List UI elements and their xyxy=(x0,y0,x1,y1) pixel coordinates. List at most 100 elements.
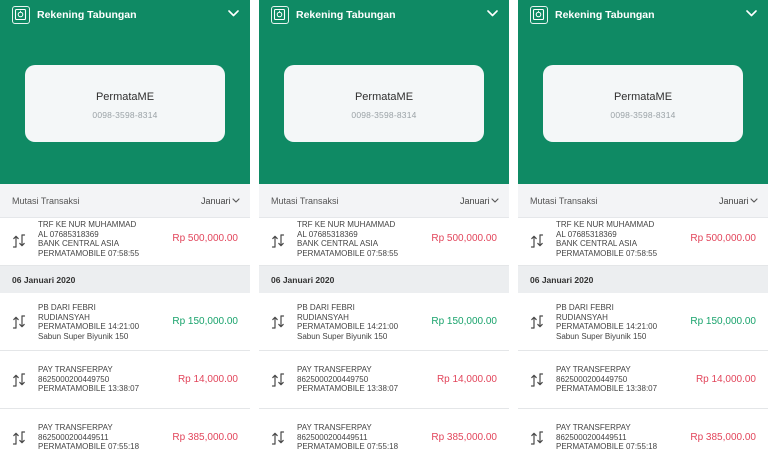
chevron-down-icon[interactable] xyxy=(232,198,240,203)
transaction-amount: Rp 14,000.00 xyxy=(436,374,497,385)
month-selector[interactable]: Januari xyxy=(201,196,231,206)
transaction-line: PERMATAMOBILE 07:58:55 xyxy=(556,248,658,258)
transaction-row[interactable]: PAY TRANSFERPAY 8625000200449511 PERMATA… xyxy=(0,409,250,470)
account-number: 0098-3598-8314 xyxy=(92,110,158,120)
transaction-description: TRF KE NUR MUHAMMAD AL 07685318369 BANK … xyxy=(38,220,139,258)
transaction-row[interactable]: PB DARI FEBRI RUDIANSYAH PERMATAMOBILE 1… xyxy=(518,293,768,351)
account-type-title[interactable]: Rekening Tabungan xyxy=(37,9,137,21)
account-name: PermataME xyxy=(354,91,414,103)
mutasi-bar: Mutasi Transaksi Januari xyxy=(518,184,768,218)
screenshot-panel: Rekening Tabungan PermataME 0098-3598-83… xyxy=(518,0,768,470)
transaction-amount: Rp 500,000.00 xyxy=(172,233,238,244)
transaction-amount: Rp 500,000.00 xyxy=(431,233,497,244)
transaction-row[interactable]: PAY TRANSFERPAY 8625000200449750 PERMATA… xyxy=(518,351,768,409)
screenshot-panel: Rekening Tabungan PermataME 0098-3598-83… xyxy=(0,0,250,470)
account-type-title[interactable]: Rekening Tabungan xyxy=(296,9,396,21)
transaction-line: PERMATAMOBILE 14:21:00 xyxy=(556,322,658,332)
transaction-line: PERMATAMOBILE 13:38:07 xyxy=(297,384,399,394)
account-header: Rekening Tabungan PermataME 0098-3598-83… xyxy=(0,0,250,184)
transaction-line: PERMATAMOBILE 07:55:18 xyxy=(38,442,140,452)
account-name: PermataME xyxy=(95,91,155,103)
account-card[interactable]: PermataME 0098-3598-8314 xyxy=(284,65,484,142)
transaction-row[interactable]: TRF KE NUR MUHAMMAD AL 07685318369 BANK … xyxy=(518,218,768,266)
date-label: 06 Januari 2020 xyxy=(530,275,594,285)
transaction-description: PAY TRANSFERPAY 8625000200449511 PERMATA… xyxy=(297,423,398,452)
transaction-row[interactable]: PAY TRANSFERPAY 8625000200449750 PERMATA… xyxy=(259,351,509,409)
account-header: Rekening Tabungan PermataME 0098-3598-83… xyxy=(518,0,768,184)
transfer-arrows-icon xyxy=(530,373,544,387)
safe-icon xyxy=(12,6,30,24)
account-type-title[interactable]: Rekening Tabungan xyxy=(555,9,655,21)
mutasi-bar: Mutasi Transaksi Januari xyxy=(0,184,250,218)
transaction-line: 8625000200449750 xyxy=(38,374,110,384)
transaction-line: PB DARI FEBRI xyxy=(297,303,355,312)
transaction-line: PB DARI FEBRI xyxy=(556,303,614,312)
transaction-line: PAY TRANSFERPAY xyxy=(297,423,372,432)
transaction-amount: Rp 385,000.00 xyxy=(690,432,756,443)
transaction-line: PERMATAMOBILE 14:21:00 xyxy=(38,322,140,332)
account-name: PermataME xyxy=(613,91,673,103)
transfer-arrows-icon xyxy=(12,315,26,329)
transaction-line: BANK CENTRAL ASIA xyxy=(556,239,638,249)
transaction-description: PAY TRANSFERPAY 8625000200449750 PERMATA… xyxy=(38,365,139,394)
transaction-description: PB DARI FEBRI RUDIANSYAH PERMATAMOBILE 1… xyxy=(297,303,398,341)
safe-icon xyxy=(530,6,548,24)
transfer-arrows-icon xyxy=(530,234,544,248)
transfer-arrows-icon xyxy=(12,431,26,445)
transaction-row[interactable]: PB DARI FEBRI RUDIANSYAH PERMATAMOBILE 1… xyxy=(259,293,509,351)
transaction-line: Sabun Super Biyunik 150 xyxy=(556,331,647,341)
transaction-row[interactable]: PAY TRANSFERPAY 8625000200449750 PERMATA… xyxy=(0,351,250,409)
date-group-header: 06 Januari 2020 xyxy=(518,266,768,293)
date-label: 06 Januari 2020 xyxy=(271,275,335,285)
mutasi-label: Mutasi Transaksi xyxy=(271,196,339,206)
month-selector[interactable]: Januari xyxy=(460,196,490,206)
transaction-line: PERMATAMOBILE 07:58:55 xyxy=(297,248,399,258)
transaction-row[interactable]: TRF KE NUR MUHAMMAD AL 07685318369 BANK … xyxy=(259,218,509,266)
transaction-line: PERMATAMOBILE 07:55:18 xyxy=(297,442,399,452)
transaction-description: TRF KE NUR MUHAMMAD AL 07685318369 BANK … xyxy=(556,220,657,258)
transfer-arrows-icon xyxy=(12,234,26,248)
transaction-line: PERMATAMOBILE 07:58:55 xyxy=(38,248,140,258)
account-number: 0098-3598-8314 xyxy=(351,110,417,120)
chevron-down-icon[interactable] xyxy=(750,198,758,203)
transaction-row[interactable]: PAY TRANSFERPAY 8625000200449511 PERMATA… xyxy=(259,409,509,470)
transaction-line: PAY TRANSFERPAY xyxy=(297,365,372,374)
chevron-down-icon[interactable] xyxy=(746,10,757,17)
transaction-amount: Rp 385,000.00 xyxy=(172,432,238,443)
account-card[interactable]: PermataME 0098-3598-8314 xyxy=(543,65,743,142)
transaction-line: 8625000200449511 xyxy=(556,432,627,442)
transaction-line: Sabun Super Biyunik 150 xyxy=(38,331,129,341)
transaction-description: PAY TRANSFERPAY 8625000200449750 PERMATA… xyxy=(556,365,657,394)
transaction-line: RUDIANSYAH xyxy=(38,312,90,322)
transaction-row[interactable]: TRF KE NUR MUHAMMAD AL 07685318369 BANK … xyxy=(0,218,250,266)
chevron-down-icon[interactable] xyxy=(487,10,498,17)
transfer-arrows-icon xyxy=(12,373,26,387)
account-header: Rekening Tabungan PermataME 0098-3598-83… xyxy=(259,0,509,184)
transaction-line: PERMATAMOBILE 07:55:18 xyxy=(556,442,658,452)
transaction-line: TRF KE NUR MUHAMMAD xyxy=(38,220,137,229)
transaction-description: PAY TRANSFERPAY 8625000200449750 PERMATA… xyxy=(297,365,398,394)
transaction-line: 8625000200449511 xyxy=(38,432,109,442)
transaction-description: PB DARI FEBRI RUDIANSYAH PERMATAMOBILE 1… xyxy=(556,303,657,341)
transfer-arrows-icon xyxy=(271,315,285,329)
transaction-line: PERMATAMOBILE 14:21:00 xyxy=(297,322,399,332)
transaction-amount: Rp 14,000.00 xyxy=(695,374,756,385)
transaction-line: PB DARI FEBRI xyxy=(38,303,96,312)
month-selector[interactable]: Januari xyxy=(719,196,749,206)
account-card[interactable]: PermataME 0098-3598-8314 xyxy=(25,65,225,142)
transaction-row[interactable]: PAY TRANSFERPAY 8625000200449511 PERMATA… xyxy=(518,409,768,470)
transaction-row[interactable]: PB DARI FEBRI RUDIANSYAH PERMATAMOBILE 1… xyxy=(0,293,250,351)
chevron-down-icon[interactable] xyxy=(228,10,239,17)
transaction-line: BANK CENTRAL ASIA xyxy=(38,239,120,249)
transaction-line: RUDIANSYAH xyxy=(556,312,608,322)
transaction-line: TRF KE NUR MUHAMMAD xyxy=(556,220,655,229)
chevron-down-icon[interactable] xyxy=(491,198,499,203)
transaction-amount: Rp 500,000.00 xyxy=(690,233,756,244)
transaction-line: AL 07685318369 xyxy=(297,229,358,239)
transaction-line: Sabun Super Biyunik 150 xyxy=(297,331,388,341)
mutasi-label: Mutasi Transaksi xyxy=(12,196,80,206)
transaction-line: AL 07685318369 xyxy=(556,229,617,239)
transfer-arrows-icon xyxy=(271,373,285,387)
screenshot-panel: Rekening Tabungan PermataME 0098-3598-83… xyxy=(259,0,509,470)
transfer-arrows-icon xyxy=(271,234,285,248)
